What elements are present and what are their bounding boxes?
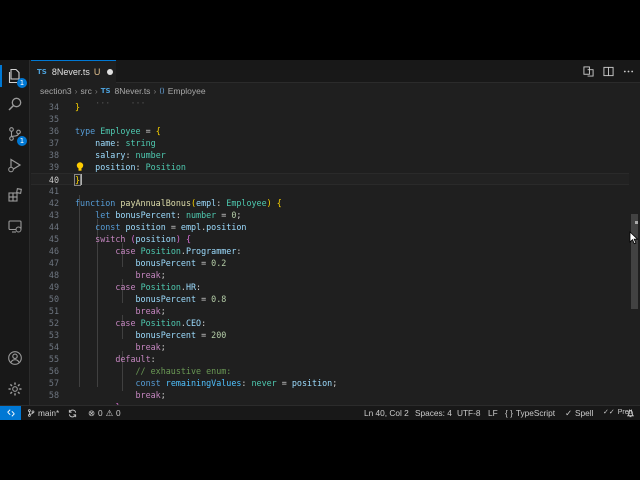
code-line-48: 48 break;	[48, 270, 166, 280]
code-line-52: 52 case Position.CEO:	[48, 318, 207, 328]
activity-bar: 1 1	[0, 60, 30, 405]
code-line-41: 41	[48, 186, 59, 196]
chevron-right-icon: ›	[153, 86, 157, 96]
mouse-pointer-icon	[629, 231, 639, 245]
git-branch-status[interactable]: main*	[27, 406, 59, 420]
split-editor-icon[interactable]	[602, 64, 614, 78]
run-debug-icon[interactable]	[4, 154, 26, 176]
source-control-badge: 1	[17, 136, 27, 146]
chevron-right-icon: ›	[94, 86, 98, 96]
open-changes-icon[interactable]	[582, 64, 594, 78]
branch-name: main*	[38, 408, 60, 418]
code-editor[interactable]: ··· ··· 34} 35 36 type Employee = { 37 na…	[31, 99, 629, 405]
breadcrumb-symbol[interactable]: Employee	[168, 86, 206, 96]
code-line-53: 53 bonusPercent = 200	[48, 330, 227, 340]
editor-actions	[582, 64, 634, 78]
code-line-58: 58 break;	[48, 390, 166, 400]
code-line-47: 47 bonusPercent = 0.2	[48, 258, 227, 268]
typescript-file-icon: TS	[37, 68, 47, 76]
language-mode[interactable]: { } TypeScript	[505, 406, 555, 420]
remote-explorer-icon[interactable]	[4, 215, 26, 237]
breadcrumb-folder-section3[interactable]: section3	[40, 86, 72, 96]
error-count: 0	[97, 408, 103, 418]
encoding-status[interactable]: UTF-8	[457, 406, 481, 420]
text-cursor	[81, 174, 82, 185]
explorer-badge: 1	[17, 78, 27, 88]
account-icon[interactable]	[4, 347, 26, 369]
code-line-50: 50 bonusPercent = 0.8	[48, 294, 227, 304]
language-name: TypeScript	[515, 408, 556, 418]
source-control-icon[interactable]: 1	[4, 123, 27, 146]
code-line-39: 39 position: Position	[48, 162, 186, 172]
code-line-54: 54 break;	[48, 342, 166, 352]
search-icon[interactable]	[4, 93, 26, 115]
symbol-field-icon: ⟨⟩	[159, 88, 165, 95]
code-line-35: 35	[48, 114, 59, 124]
indentation-status[interactable]: Spaces: 4	[415, 406, 452, 420]
breadcrumb-folder-src[interactable]: src	[81, 86, 92, 96]
chevron-right-icon: ›	[74, 86, 78, 96]
code-line-34: 34}	[48, 102, 81, 112]
code-line-43: 43 let bonusPercent: number = 0;	[48, 210, 242, 220]
code-line-57: 57 const remainingValues: never = positi…	[48, 378, 338, 388]
cursor-position[interactable]: Ln 40, Col 2	[364, 406, 409, 420]
editor-tab-bar: TS 8Never.ts U	[31, 60, 640, 83]
code-line-42: 42 function payAnnualBonus(empl: Employee…	[48, 198, 282, 208]
more-actions-icon[interactable]	[622, 64, 634, 78]
code-line-38: 38 salary: number	[48, 150, 166, 160]
status-bar: main* ⊗ 0 ⚠ 0 Ln 40, Col 2 Spaces: 4 UTF…	[0, 405, 640, 420]
code-line-36: 36 type Employee = {	[48, 126, 161, 136]
warning-icon: ⚠	[105, 408, 114, 418]
vscode-window: 1 1 TS 8Never.ts U section3 › src › TS 8…	[0, 60, 640, 420]
code-line-37: 37 name: string	[48, 138, 156, 148]
git-branch-icon	[28, 409, 35, 417]
typescript-file-icon: TS	[100, 87, 111, 95]
tab-git-status: U	[93, 67, 101, 77]
remote-indicator-icon[interactable]	[0, 406, 21, 420]
error-icon: ⊗	[88, 408, 95, 418]
spell-check-status[interactable]: ✓ Spell	[565, 406, 593, 420]
spell-label: Spell	[574, 408, 594, 418]
code-line-56: 56 // exhaustive enum:	[48, 366, 232, 376]
cursor-marker	[635, 221, 638, 224]
braces-icon: { }	[505, 408, 513, 418]
code-line-40: 40}	[31, 173, 629, 186]
double-check-icon: ✓✓	[603, 409, 615, 416]
tab-filename: 8Never.ts	[51, 67, 90, 77]
lightbulb-icon[interactable]	[75, 161, 85, 173]
breadcrumb: section3 › src › TS 8Never.ts › ⟨⟩ Emplo…	[40, 83, 206, 99]
code-line-45: 45 switch (position) {	[48, 234, 192, 244]
notifications-bell-icon[interactable]	[626, 406, 635, 420]
checkmark-icon: ✓	[565, 408, 572, 418]
code-line-44: 44 const position = empl.position	[48, 222, 247, 232]
explorer-icon[interactable]: 1	[0, 65, 27, 88]
unsaved-dot-icon[interactable]	[107, 69, 114, 75]
warning-count: 0	[116, 408, 121, 418]
code-line-55: 55 default:	[48, 354, 156, 364]
settings-gear-icon[interactable]	[4, 378, 26, 400]
editor-scrollbar[interactable]	[629, 99, 640, 405]
code-line-46: 46 case Position.Programmer:	[48, 246, 242, 256]
breadcrumb-file[interactable]: 8Never.ts	[115, 86, 151, 96]
eol-status[interactable]: LF	[488, 406, 498, 420]
tab-8never-ts[interactable]: TS 8Never.ts U	[31, 60, 116, 83]
problems-status[interactable]: ⊗ 0 ⚠ 0	[88, 406, 121, 420]
sync-icon[interactable]	[68, 406, 77, 420]
scrollbar-thumb[interactable]	[631, 214, 638, 309]
code-line-51: 51 break;	[48, 306, 166, 316]
code-line-49: 49 case Position.HR:	[48, 282, 202, 292]
extensions-icon[interactable]	[4, 184, 26, 206]
